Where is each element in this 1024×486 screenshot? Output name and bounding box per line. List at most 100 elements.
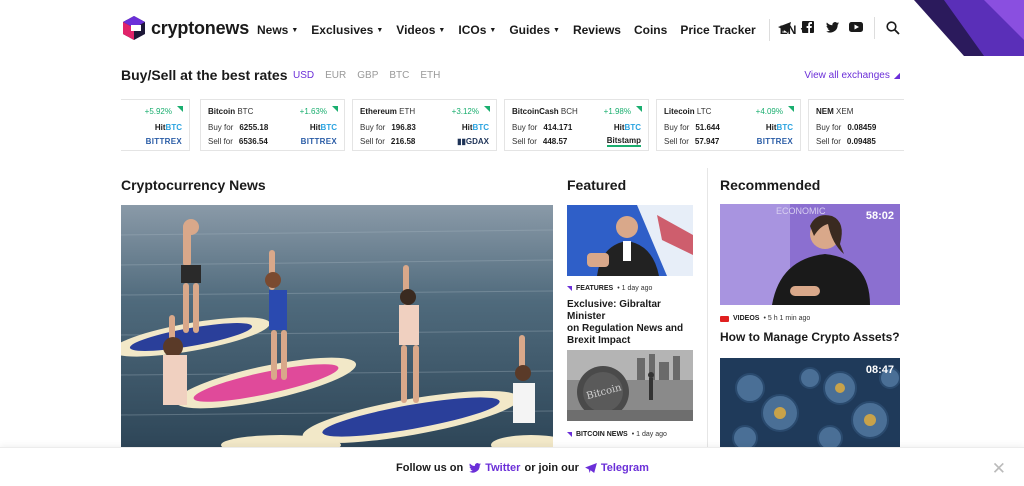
gdax-logo[interactable]: ▮▮GDAX	[457, 137, 489, 146]
caret-down-icon: ▼	[553, 26, 560, 34]
currency-tab-eth[interactable]: ETH	[420, 70, 440, 81]
buy-row: Buy for 51.644	[664, 123, 720, 132]
hitbtc-logo[interactable]: HitBTC	[614, 123, 641, 132]
category-label[interactable]: VIDEOS	[733, 315, 759, 322]
close-icon[interactable]: ✕	[992, 459, 1006, 479]
telegram-icon[interactable]	[776, 19, 792, 35]
headline-line: Brexit Impact	[567, 335, 631, 346]
youtube-icon[interactable]	[848, 19, 864, 35]
recommended-video-thumbnail[interactable]: 08:47	[720, 358, 900, 459]
rate-card-ethereum[interactable]: Ethereum ETH +3.12% Buy for 196.83 Sell f…	[352, 99, 497, 151]
sell-row: Sell for 57.947	[664, 137, 719, 146]
social-links	[776, 19, 864, 35]
facebook-icon[interactable]	[800, 19, 816, 35]
buy-row: Buy for 6255.18	[208, 123, 268, 132]
rate-card-bitcoin[interactable]: Bitcoin BTC +1.63% Buy for 6255.18 Sell f…	[200, 99, 345, 151]
nav-item-guides[interactable]: Guides ▼	[509, 23, 560, 37]
nav-item-icos[interactable]: ICOs ▼	[458, 23, 496, 37]
buy-label: Buy for	[664, 123, 690, 132]
twitter-label: Twitter	[485, 462, 521, 474]
nav-item-videos[interactable]: Videos ▼	[396, 23, 445, 37]
backdrop-text: ECONOMIC	[776, 206, 826, 216]
nav-divider	[768, 19, 770, 41]
site-logo[interactable]: cryptonews	[121, 15, 249, 41]
coin-label: Ethereum	[360, 107, 397, 116]
hitbtc-logo[interactable]: HitBTC	[155, 123, 182, 132]
currency-tab-usd[interactable]: USD	[293, 70, 314, 81]
buy-row: Buy for 0.08459	[816, 123, 876, 132]
coin-label: BitcoinCash	[512, 107, 559, 116]
buy-label: Buy for	[512, 123, 538, 132]
sell-row: Sell for 0.09485	[816, 137, 876, 146]
up-flag-icon	[177, 106, 183, 112]
news-section-title: Cryptocurrency News	[121, 177, 266, 193]
telegram-label: Telegram	[600, 462, 649, 474]
nav-label: Coins	[633, 23, 668, 37]
nav-item-news[interactable]: News ▼	[257, 23, 298, 37]
featured-image-gibraltar[interactable]	[567, 205, 693, 276]
twitter-icon	[469, 463, 482, 473]
hitbtc-logo[interactable]: HitBTC	[310, 123, 337, 132]
bitstamp-logo[interactable]: Bitstamp	[606, 136, 641, 147]
featured-section-title: Featured	[567, 177, 627, 193]
corner-decoration	[914, 0, 1024, 56]
sell-label: Sell for	[208, 137, 233, 146]
recommended-headline[interactable]: How to Manage Crypto Assets?	[720, 330, 900, 344]
nav-item-exclusives[interactable]: Exclusives ▼	[311, 23, 383, 37]
rate-card-nem[interactable]: NEM XEM Buy for 0.08459 Sell for 0.09485	[808, 99, 904, 151]
category-label[interactable]: BITCOIN NEWS	[576, 431, 628, 438]
bittrex-logo[interactable]: BITTREX	[301, 137, 337, 146]
buy-label: Buy for	[208, 123, 234, 132]
coin-label: Litecoin	[664, 107, 695, 116]
coin-name: Litecoin LTC	[664, 107, 711, 116]
main-news-image[interactable]	[121, 205, 553, 447]
rate-card-litecoin[interactable]: Litecoin LTC +4.09% Buy for 51.644 Sell f…	[656, 99, 801, 151]
coin-name: Ethereum ETH	[360, 107, 415, 116]
follow-us: Follow us on Twitter or join our Telegra…	[396, 462, 653, 474]
up-flag-icon	[332, 106, 338, 112]
timestamp: 5 h 1 min ago	[767, 315, 811, 322]
featured-meta: BITCOIN NEWS • 1 day ago	[567, 431, 667, 438]
rate-card-bitcoincash[interactable]: BitcoinCash BCH +1.98% Buy for 414.171 Se…	[504, 99, 649, 151]
currency-tab-eur[interactable]: EUR	[325, 70, 346, 81]
hitbtc-logo[interactable]: HitBTC	[766, 123, 793, 132]
caret-down-icon: ▼	[376, 26, 384, 34]
featured-headline[interactable]: Exclusive: Gibraltar Minister on Regulat…	[567, 299, 697, 347]
recommended-video-thumbnail[interactable]: ECONOMIC 58:02	[720, 204, 900, 305]
coin-name: BitcoinCash BCH	[512, 107, 578, 116]
buy-price: 196.83	[391, 123, 416, 132]
up-flag-icon	[484, 106, 490, 112]
video-duration: 08:47	[865, 364, 894, 376]
twitter-icon[interactable]	[824, 19, 840, 35]
follow-bar: Follow us on Twitter or join our Telegra…	[0, 447, 1024, 486]
rate-card[interactable]: +5.92% HitBTC BITTREX	[121, 99, 190, 151]
sell-price: 0.09485	[846, 137, 876, 146]
timestamp: 1 day ago	[621, 285, 653, 292]
featured-image-bitcoin[interactable]: Bitcoin	[567, 350, 693, 421]
bittrex-logo[interactable]: BITTREX	[146, 137, 182, 146]
search-icon[interactable]	[885, 20, 901, 36]
currency-tab-btc[interactable]: BTC	[389, 70, 409, 81]
currency-tab-gbp[interactable]: GBP	[357, 70, 378, 81]
column-divider	[707, 168, 708, 447]
follow-middle: or join our	[524, 462, 579, 474]
coin-symbol: BTC	[237, 107, 254, 116]
nav-item-coins[interactable]: Coins	[634, 23, 667, 37]
view-all-exchanges-link[interactable]: View all exchanges ◢	[804, 70, 900, 81]
buy-row: Buy for 196.83	[360, 123, 416, 132]
sell-row: Sell for 448.57	[512, 137, 567, 146]
change-percent: +1.63%	[299, 107, 327, 116]
category-label[interactable]: FEATURES	[576, 285, 613, 292]
coin-symbol: ETH	[399, 107, 416, 116]
nav-item-reviews[interactable]: Reviews	[573, 23, 621, 37]
nav-label: Reviews	[572, 23, 621, 37]
bittrex-logo[interactable]: BITTREX	[757, 137, 793, 146]
twitter-link[interactable]: Twitter	[469, 462, 520, 474]
up-flag-icon	[636, 106, 642, 112]
coin-label: Bitcoin	[208, 107, 236, 116]
telegram-link[interactable]: Telegram	[584, 462, 649, 474]
hitbtc-logo[interactable]: HitBTC	[462, 123, 489, 132]
header-divider	[874, 17, 875, 39]
nav-item-price-tracker[interactable]: Price Tracker	[680, 23, 755, 37]
buy-price: 0.08459	[847, 123, 877, 132]
